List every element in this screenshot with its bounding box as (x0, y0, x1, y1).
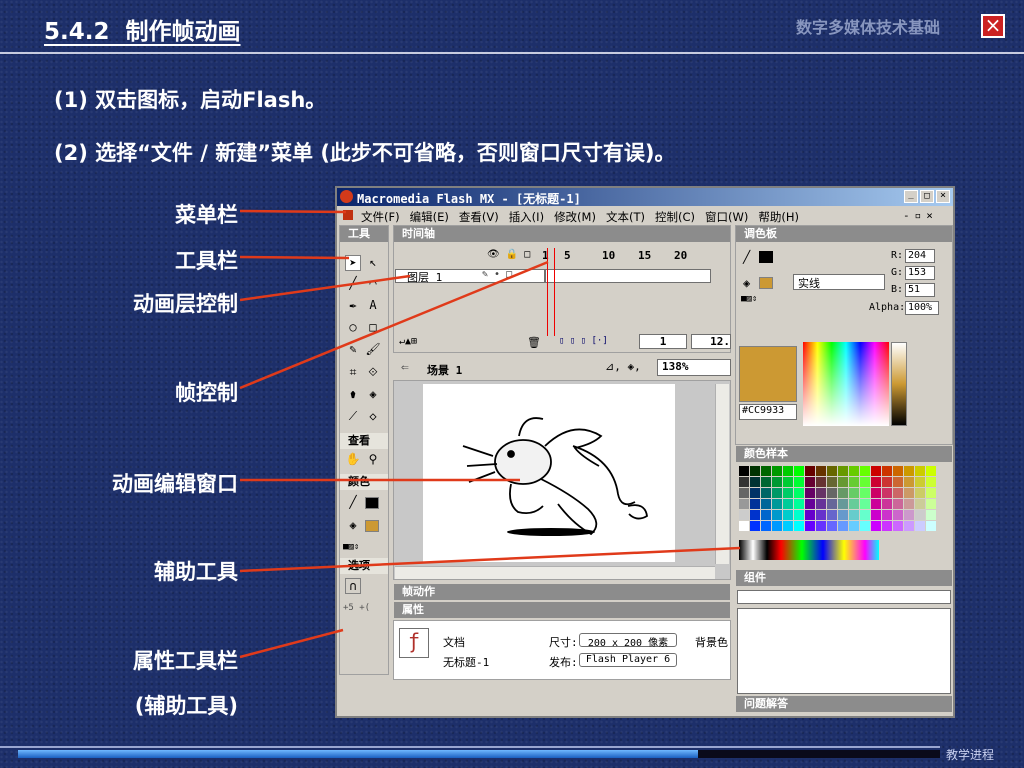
progress-label[interactable]: 教学进程 (946, 746, 994, 763)
callout-lines (239, 209, 741, 659)
progress-remaining (698, 750, 940, 758)
progress-fill (18, 750, 698, 758)
